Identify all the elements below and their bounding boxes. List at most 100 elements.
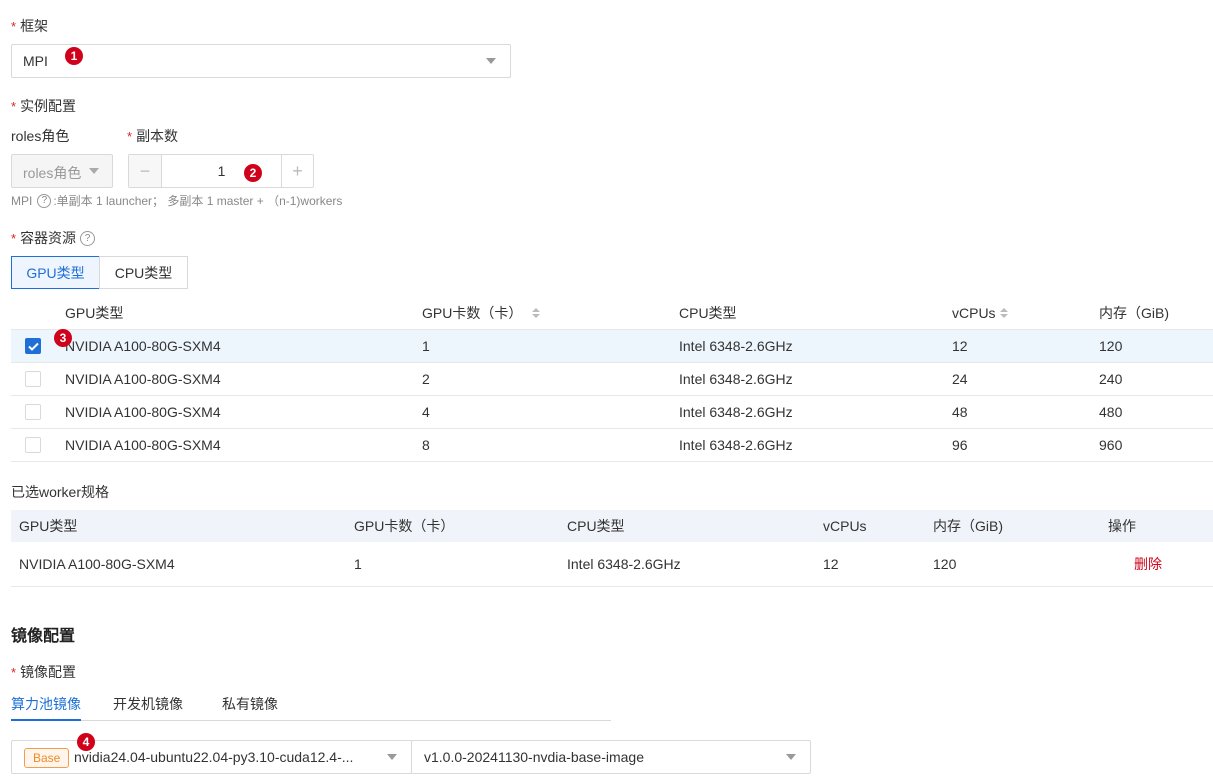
cell-mem: 960 [1099, 437, 1123, 453]
col-cpu-type: CPU类型 [567, 518, 625, 534]
col-cpu-type: CPU类型 [679, 305, 737, 321]
cell-vcpus: 12 [952, 338, 968, 354]
roles-select[interactable]: roles角色 [11, 154, 113, 188]
tab-cpu-type[interactable]: CPU类型 [99, 256, 188, 289]
cell-cards: 8 [422, 437, 430, 453]
table-row[interactable]: NVIDIA A100-80G-SXM4 8 Intel 6348-2.6GHz… [11, 429, 1213, 462]
instance-label-text: 实例配置 [20, 98, 77, 114]
checkbox-checked[interactable] [25, 338, 41, 354]
row-checkbox-cell [25, 363, 41, 395]
selected-table-header: GPU类型 GPU卡数（卡） CPU类型 vCPUs 内存（GiB) 操作 [11, 510, 1213, 542]
step-badge-4: 4 [77, 733, 95, 751]
cell-vcpus: 96 [952, 437, 968, 453]
table-row[interactable]: NVIDIA A100-80G-SXM4 4 Intel 6348-2.6GHz… [11, 396, 1213, 429]
cell-mem: 480 [1099, 404, 1123, 420]
tab-pool-image[interactable]: 算力池镜像 [11, 694, 81, 721]
version-value: v1.0.0-20241130-nvdia-base-image [424, 749, 644, 765]
cell-cpu: Intel 6348-2.6GHz [679, 404, 793, 420]
table-row: NVIDIA A100-80G-SXM4 1 Intel 6348-2.6GHz… [11, 542, 1213, 587]
step-badge-3: 3 [54, 329, 72, 347]
col-gpu-type: GPU类型 [65, 305, 124, 321]
chevron-down-icon [786, 754, 796, 760]
cell-cpu: Intel 6348-2.6GHz [679, 371, 793, 387]
minus-button[interactable]: − [129, 155, 162, 187]
col-gpu-cards[interactable]: GPU卡数（卡） [422, 297, 541, 329]
image-tabs: 算力池镜像 开发机镜像 私有镜像 [11, 692, 611, 721]
replicas-input[interactable]: 1 [162, 155, 281, 187]
cell-mem: 240 [1099, 371, 1123, 387]
chevron-down-icon [387, 754, 397, 760]
cell-cards: 1 [354, 556, 362, 572]
image-select[interactable]: Base nvidia24.04-ubuntu22.04-py3.10-cuda… [11, 740, 412, 774]
table-row[interactable]: NVIDIA A100-80G-SXM4 1 Intel 6348-2.6GHz… [11, 330, 1213, 363]
row-checkbox-cell [25, 396, 41, 428]
hint-text: :单副本 1 launcher； 多副本 1 master + （n-1)wor… [53, 194, 343, 208]
resources-label: 容器资源 ? [11, 228, 96, 248]
col-gpu-cards: GPU卡数（卡） [354, 518, 455, 534]
cell-vcpus: 24 [952, 371, 968, 387]
replicas-stepper[interactable]: − 1 + [128, 154, 314, 188]
checkbox[interactable] [25, 404, 41, 420]
version-select[interactable]: v1.0.0-20241130-nvdia-base-image [411, 740, 811, 774]
roles-label: roles角色 [11, 128, 70, 144]
checkbox[interactable] [25, 371, 41, 387]
col-vcpus-text: vCPUs [952, 305, 996, 321]
tab-private-image[interactable]: 私有镜像 [222, 694, 278, 714]
cell-cpu: Intel 6348-2.6GHz [567, 556, 681, 572]
col-memory: 内存（GiB) [1099, 305, 1169, 321]
image-value: nvidia24.04-ubuntu22.04-py3.10-cuda12.4-… [74, 749, 354, 765]
step-badge-1: 1 [65, 47, 83, 65]
sort-icon[interactable] [532, 308, 541, 318]
cell-vcpus: 12 [823, 556, 839, 572]
cell-cpu: Intel 6348-2.6GHz [679, 338, 793, 354]
selected-table: GPU类型 GPU卡数（卡） CPU类型 vCPUs 内存（GiB) 操作 NV… [11, 510, 1213, 587]
tab-devbox-image[interactable]: 开发机镜像 [113, 694, 183, 714]
sort-icon[interactable] [999, 308, 1008, 318]
cell-cards: 4 [422, 404, 430, 420]
cell-gpu: NVIDIA A100-80G-SXM4 [19, 556, 175, 572]
selected-spec-label: 已选worker规格 [11, 484, 110, 500]
tab-gpu-type[interactable]: GPU类型 [11, 256, 100, 289]
table-row[interactable]: NVIDIA A100-80G-SXM4 2 Intel 6348-2.6GHz… [11, 363, 1213, 396]
framework-label-text: 框架 [20, 18, 49, 34]
plus-icon: + [292, 160, 303, 181]
replicas-hint: MPI ? :单副本 1 launcher； 多副本 1 master + （n… [11, 192, 342, 209]
col-vcpus[interactable]: vCPUs [952, 297, 1008, 329]
chevron-down-icon [89, 168, 99, 174]
cell-gpu: NVIDIA A100-80G-SXM4 [65, 437, 221, 453]
step-badge-2: 2 [244, 164, 262, 182]
cell-mem: 120 [933, 556, 957, 572]
delete-link[interactable]: 删除 [1134, 542, 1162, 586]
cell-gpu: NVIDIA A100-80G-SXM4 [65, 371, 221, 387]
cell-gpu: NVIDIA A100-80G-SXM4 [65, 338, 221, 354]
col-memory: 内存（GiB) [933, 518, 1003, 534]
hint-prefix: MPI [11, 193, 33, 208]
question-icon: ? [37, 193, 52, 208]
instance-label: 实例配置 [11, 96, 76, 116]
resource-table-header: GPU类型 GPU卡数（卡） CPU类型 vCPUs 内存（GiB) [11, 297, 1213, 330]
base-tag: Base [24, 748, 70, 768]
cell-cpu: Intel 6348-2.6GHz [679, 437, 793, 453]
cell-cards: 1 [422, 338, 430, 354]
cell-cards: 2 [422, 371, 430, 387]
resource-table: GPU类型 GPU卡数（卡） CPU类型 vCPUs 内存（GiB) NVIDI… [11, 297, 1213, 462]
col-gpu-cards-text: GPU卡数（卡） [422, 305, 523, 321]
cell-vcpus: 48 [952, 404, 968, 420]
plus-button[interactable]: + [281, 155, 313, 187]
checkbox[interactable] [25, 437, 41, 453]
image-label: 镜像配置 [11, 662, 76, 682]
framework-select[interactable]: MPI [11, 44, 511, 78]
col-actions: 操作 [1108, 518, 1136, 534]
row-checkbox-cell [25, 330, 41, 362]
col-vcpus: vCPUs [823, 518, 867, 534]
image-section-title: 镜像配置 [11, 628, 76, 645]
replicas-label-text: 副本数 [136, 128, 179, 144]
cell-mem: 120 [1099, 338, 1123, 354]
resources-label-text: 容器资源 [20, 230, 77, 246]
question-icon: ? [80, 230, 96, 246]
minus-icon: − [139, 160, 151, 181]
framework-label: 框架 [11, 16, 48, 36]
replicas-label: 副本数 [127, 126, 178, 146]
cell-gpu: NVIDIA A100-80G-SXM4 [65, 404, 221, 420]
image-label-text: 镜像配置 [20, 664, 77, 680]
